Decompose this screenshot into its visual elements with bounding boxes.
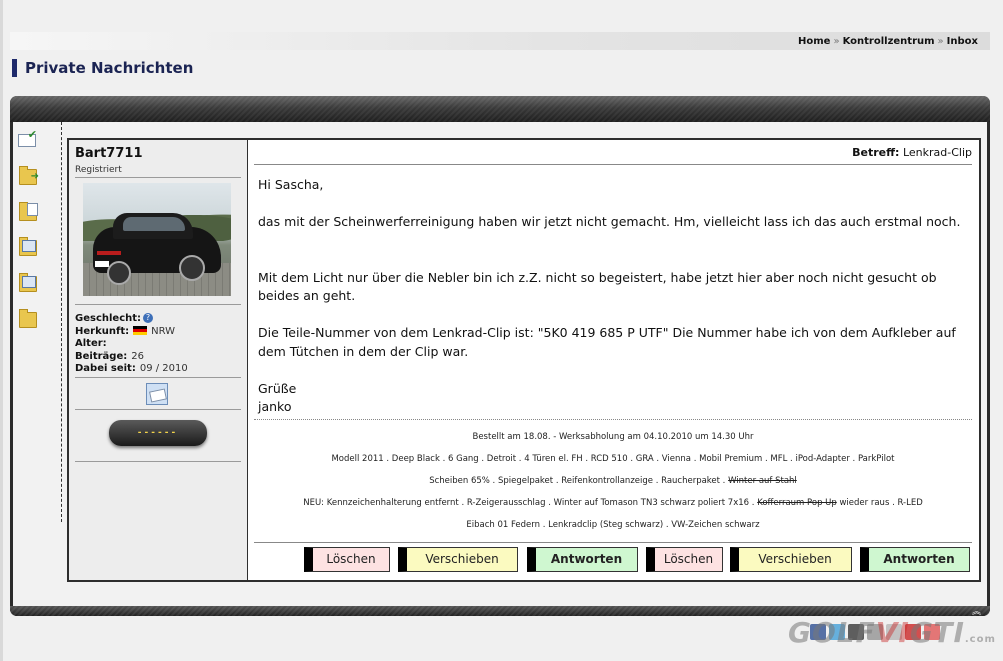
breadcrumb-home[interactable]: Home — [798, 36, 830, 47]
delete-button[interactable]: Löschen — [304, 547, 390, 572]
message-body: Hi Sascha, das mit der Scheinwerferreini… — [258, 176, 970, 417]
signature-line: Eibach 01 Federn . Lenkradclip (Steg sch… — [466, 520, 760, 530]
message-line: janko — [258, 399, 292, 414]
delete-button[interactable]: Löschen — [646, 547, 723, 572]
age-label: Alter: — [75, 338, 107, 349]
signature: Bestellt am 18.08. - Werksabholung am 04… — [254, 426, 972, 536]
breadcrumb-inbox[interactable]: Inbox — [947, 36, 978, 47]
divider — [75, 409, 241, 410]
content-frame: ✔ ➜ Bart7711 Registriert Geschlecht: ? H… — [10, 96, 990, 616]
subject: Betreff: Lenkrad-Clip — [852, 146, 972, 159]
gender-label: Geschlecht: — [75, 313, 142, 324]
move-button[interactable]: Verschieben — [398, 547, 518, 572]
help-icon[interactable]: ? — [143, 313, 154, 323]
message-line: Hi Sascha, — [258, 177, 324, 192]
frame-header — [10, 96, 990, 122]
divider — [75, 177, 241, 178]
folder-icon[interactable] — [19, 202, 38, 221]
page-title-text: Private Nachrichten — [25, 59, 194, 77]
message-line: Mit dem Licht nur über die Nebler bin ic… — [258, 269, 937, 304]
divider — [75, 461, 241, 462]
user-rank: Registriert — [75, 165, 122, 175]
message-blank — [258, 195, 970, 214]
folder-list-icon[interactable] — [19, 237, 37, 256]
breadcrumb: Home» Kontrollzentrum» Inbox — [10, 32, 990, 50]
folder-messages-icon[interactable] — [19, 273, 37, 292]
origin-value: NRW — [151, 325, 176, 337]
inbox-icon[interactable]: ✔ — [18, 128, 37, 147]
message-line: Die Teile-Nummer von dem Lenkrad-Clip is… — [258, 325, 956, 359]
user-panel: Bart7711 Registriert Geschlecht:? Herkun… — [69, 140, 248, 580]
signature-line: Modell 2011 . Deep Black . 6 Gang . Detr… — [331, 454, 895, 464]
divider — [75, 304, 241, 305]
send-pm-icon[interactable] — [146, 383, 168, 405]
forward-folder-icon[interactable]: ➜ — [19, 166, 39, 185]
folder-icon[interactable] — [19, 309, 37, 328]
posts-value: 26 — [131, 350, 144, 362]
message-post: Bart7711 Registriert Geschlecht:? Herkun… — [67, 138, 981, 582]
move-button[interactable]: Verschieben — [730, 547, 852, 572]
message-blank — [258, 361, 970, 380]
member-since-label: Dabei seit: — [75, 363, 136, 374]
folder-sidebar: ✔ ➜ — [13, 122, 62, 522]
member-since-value: 09 / 2010 — [139, 363, 188, 374]
divider — [75, 377, 241, 378]
message-blank — [258, 232, 970, 251]
message-blank — [258, 306, 970, 325]
reply-button[interactable]: Antworten — [860, 547, 970, 572]
divider — [254, 542, 972, 543]
message-blank — [258, 250, 970, 269]
origin-label: Herkunft: — [75, 325, 130, 337]
signature-separator — [254, 419, 972, 420]
germany-flag-icon — [133, 326, 148, 335]
breadcrumb-separator: » — [937, 36, 944, 47]
page-title: Private Nachrichten — [12, 59, 193, 77]
avatar — [83, 183, 231, 296]
signature-line: NEU: Kennzeichenhalterung entfernt . R-Z… — [303, 498, 923, 508]
frame-inner: ✔ ➜ Bart7711 Registriert Geschlecht: ? H… — [13, 122, 987, 606]
site-watermark: GOLFVIGTI.com — [788, 616, 996, 649]
subject-label: Betreff: — [852, 146, 900, 159]
left-edge — [0, 0, 3, 661]
signature-line: Scheiben 65% . Spiegelpaket . Reifenkont… — [429, 476, 797, 486]
user-action-button[interactable]: ------ — [109, 420, 207, 446]
posts-label: Beiträge: — [75, 350, 128, 362]
frame-footer — [10, 606, 990, 616]
username-link[interactable]: Bart7711 — [75, 146, 143, 161]
divider — [254, 164, 972, 165]
title-accent-bar — [12, 59, 17, 77]
breadcrumb-kontrollzentrum[interactable]: Kontrollzentrum — [843, 36, 935, 47]
subject-value: Lenkrad-Clip — [902, 146, 972, 159]
message-line: das mit der Scheinwerferreinigung haben … — [258, 214, 961, 229]
signature-line: Bestellt am 18.08. - Werksabholung am 04… — [472, 432, 754, 442]
message-pane: Betreff: Lenkrad-Clip Hi Sascha, das mit… — [248, 140, 979, 580]
user-details: Geschlecht:? Herkunft: NRW Alter: Beiträg… — [75, 313, 188, 376]
message-line: Grüße — [258, 380, 297, 396]
breadcrumb-separator: » — [833, 36, 840, 47]
reply-button[interactable]: Antworten — [527, 547, 638, 572]
